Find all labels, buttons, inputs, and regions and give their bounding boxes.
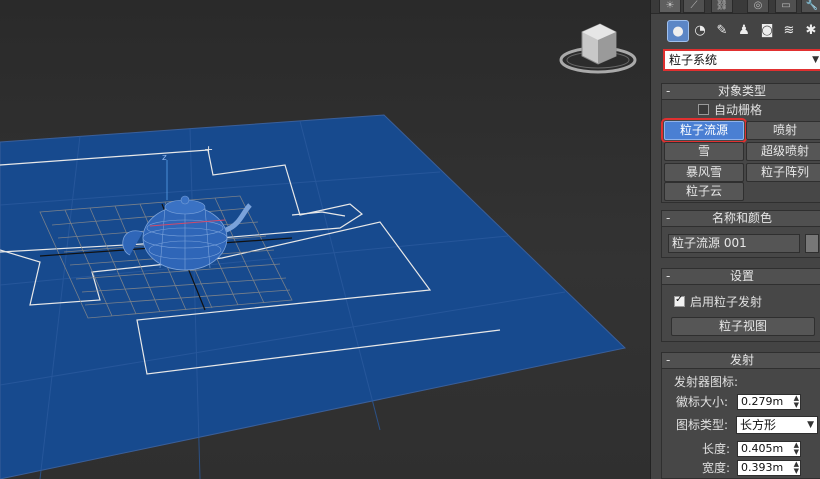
logo-size-spinner[interactable]: 0.279m ▲ ▼: [737, 394, 801, 410]
spinner-arrows-icon[interactable]: ▲ ▼: [794, 461, 799, 475]
systems-icon[interactable]: ✱: [800, 20, 820, 42]
name-color-header[interactable]: - 名称和颜色: [662, 211, 820, 227]
object-color-swatch[interactable]: [805, 234, 819, 253]
length-value: 0.405m: [741, 442, 784, 455]
width-label: 宽度:: [702, 461, 731, 475]
autogrid-checkbox[interactable]: [698, 104, 709, 115]
spray-button[interactable]: 喷射: [746, 121, 820, 140]
pcloud-button[interactable]: 粒子云: [664, 182, 744, 201]
utilities-tab-icon[interactable]: 🔧: [801, 0, 820, 13]
emitter-icon-group-label: 发射器图标:: [674, 375, 739, 389]
setup-title: 设置: [729, 269, 754, 283]
helpers-icon[interactable]: ◙: [756, 20, 778, 42]
collapse-icon: -: [666, 84, 671, 98]
icon-type-select[interactable]: 长方形 ▼: [736, 416, 818, 434]
modify-tab-icon[interactable]: ⟋: [683, 0, 705, 13]
super-spray-button[interactable]: 超级喷射: [746, 142, 820, 161]
setup-rollout: - 设置 启用粒子发射 粒子视图: [661, 268, 820, 342]
collapse-icon: -: [666, 269, 671, 283]
enable-emission-label: 启用粒子发射: [690, 295, 763, 309]
length-spinner[interactable]: 0.405m ▲ ▼: [737, 441, 801, 457]
object-type-rollout: - 对象类型 自动栅格 粒子流源 喷射 雪 超级喷射 暴风雪 粒子阵列 粒子云: [661, 83, 820, 203]
perspective-viewport[interactable]: z +: [0, 0, 650, 479]
geometry-icon[interactable]: ●: [667, 20, 689, 42]
spacewarps-icon[interactable]: ≋: [778, 20, 800, 42]
create-tab-icon[interactable]: ☀: [659, 0, 681, 13]
category-dropdown[interactable]: 粒子系统 ▼: [663, 49, 820, 71]
emission-header[interactable]: - 发射: [662, 353, 820, 369]
length-label: 长度:: [702, 442, 731, 456]
parray-button[interactable]: 粒子阵列: [746, 163, 820, 182]
command-panel-tabs: ☀ ⟋ ⛓ ◎ ▭ 🔧: [651, 0, 820, 14]
emission-rollout: - 发射 发射器图标: 徽标大小: 0.279m ▲ ▼ 图标类型: 长方形 ▼ …: [661, 352, 820, 479]
collapse-icon: -: [666, 353, 671, 367]
collapse-icon: -: [666, 211, 671, 225]
display-tab-icon[interactable]: ▭: [775, 0, 797, 13]
spinner-arrows-icon[interactable]: ▲ ▼: [794, 395, 799, 409]
z-axis-label: z: [162, 153, 167, 163]
viewport-scene: z +: [0, 23, 637, 479]
object-name-field[interactable]: 粒子流源 001: [668, 234, 800, 253]
logo-size-label: 徽标大小:: [676, 395, 729, 409]
icon-type-value: 长方形: [740, 418, 777, 432]
icon-type-label: 图标类型:: [676, 418, 729, 432]
width-value: 0.393m: [741, 461, 784, 474]
emission-title: 发射: [729, 353, 754, 367]
app-root: z + ☀ ⟋ ⛓ ◎ ▭ 🔧 ● ◔ ✎ ♟ ◙ ≋ ✱ 粒子系统 ▼ - 对…: [0, 0, 820, 479]
motion-tab-icon[interactable]: ◎: [747, 0, 769, 13]
shapes-icon[interactable]: ◔: [689, 20, 711, 42]
enable-emission-checkbox[interactable]: [674, 294, 685, 307]
blizzard-button[interactable]: 暴风雪: [664, 163, 744, 182]
setup-header[interactable]: - 设置: [662, 269, 820, 285]
object-type-header[interactable]: - 对象类型: [662, 84, 820, 100]
crosshair-cursor: +: [204, 143, 213, 156]
hierarchy-tab-icon[interactable]: ⛓: [711, 0, 733, 13]
spinner-arrows-icon[interactable]: ▲ ▼: [794, 442, 799, 456]
autogrid-label: 自动栅格: [714, 103, 763, 117]
lights-icon[interactable]: ✎: [711, 20, 733, 42]
particle-view-button[interactable]: 粒子视图: [671, 317, 815, 336]
chevron-down-icon: ▼: [812, 55, 819, 65]
object-type-title: 对象类型: [717, 84, 766, 98]
logo-size-value: 0.279m: [741, 395, 784, 408]
cameras-icon[interactable]: ♟: [733, 20, 755, 42]
category-dropdown-value: 粒子系统: [669, 53, 718, 67]
name-color-title: 名称和颜色: [711, 211, 772, 225]
chevron-down-icon: ▼: [807, 420, 814, 430]
width-spinner[interactable]: 0.393m ▲ ▼: [737, 460, 801, 476]
pf-source-button[interactable]: 粒子流源: [661, 118, 747, 143]
snow-button[interactable]: 雪: [664, 142, 744, 161]
name-color-rollout: - 名称和颜色 粒子流源 001: [661, 210, 820, 258]
object-category-row: ● ◔ ✎ ♟ ◙ ≋ ✱: [659, 20, 820, 44]
viewcube[interactable]: [559, 23, 637, 74]
command-panel: ☀ ⟋ ⛓ ◎ ▭ 🔧 ● ◔ ✎ ♟ ◙ ≋ ✱ 粒子系统 ▼ - 对象类型: [650, 0, 820, 479]
